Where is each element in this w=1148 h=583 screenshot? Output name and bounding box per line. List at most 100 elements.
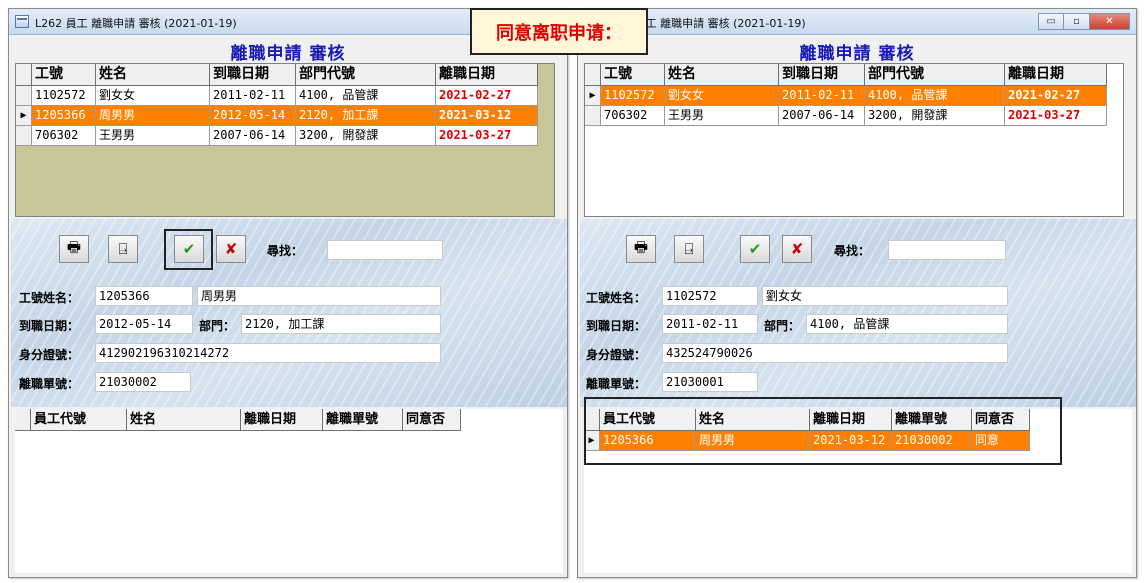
cell-join-date[interactable]: 2012-05-14 <box>210 106 296 126</box>
id-number-label: 身分證號： <box>586 348 647 362</box>
cell-name[interactable]: 劉女女 <box>665 86 779 106</box>
join-date-field[interactable]: 2011-02-11 <box>662 314 758 334</box>
row-indicator <box>585 106 601 126</box>
col-header-leave-date[interactable]: 離職日期 <box>436 64 538 86</box>
reject-button[interactable]: ✘ <box>216 235 246 263</box>
search-input[interactable] <box>888 240 1006 260</box>
id-number-field[interactable]: 412902196310214272 <box>95 343 441 363</box>
emp-id-field[interactable]: 1205366 <box>95 286 193 306</box>
close-button[interactable]: ✕ <box>1090 13 1130 30</box>
print-icon: 🖶 <box>633 237 649 256</box>
current-row-indicator: ▶ <box>585 86 601 106</box>
col-header-form-no[interactable]: 離職單號 <box>323 409 403 431</box>
exit-icon: ⍈ <box>118 240 128 258</box>
col-header-join-date[interactable]: 到職日期 <box>779 64 865 86</box>
close-icon: ✕ <box>1105 16 1114 27</box>
cell-dept[interactable]: 3200, 開發課 <box>865 106 1005 126</box>
cell-join-date[interactable]: 2011-02-11 <box>210 86 296 106</box>
search-label: 尋找： <box>834 244 871 258</box>
col-header-id[interactable]: 工號 <box>601 64 665 86</box>
table-row-selected[interactable]: ▶ 1205366 周男男 2012-05-14 2120, 加工課 2021-… <box>16 106 538 126</box>
app-icon <box>15 15 29 28</box>
cell-id[interactable]: 706302 <box>32 126 96 146</box>
cell-join-date[interactable]: 2007-06-14 <box>210 126 296 146</box>
cell-dept[interactable]: 2120, 加工課 <box>296 106 436 126</box>
minimize-button[interactable]: ▭ <box>1038 13 1064 30</box>
title-bar[interactable]: L262 員工 離職申請 審核 (2021-01-19) ▭ ▫ ✕ <box>578 9 1136 35</box>
cell-name[interactable]: 劉女女 <box>96 86 210 106</box>
minimize-icon: ▭ <box>1046 16 1056 27</box>
join-date-label: 到職日期： <box>19 319 80 333</box>
print-icon: 🖶 <box>66 237 82 256</box>
col-header-join-date[interactable]: 到職日期 <box>210 64 296 86</box>
dept-field[interactable]: 4100, 品管課 <box>806 314 1008 334</box>
table-row[interactable]: 1102572 劉女女 2011-02-11 4100, 品管課 2021-02… <box>16 86 538 106</box>
detail-panel: 🖶 ⍈ ✔ ✘ 尋找： 工號姓名： 1102572 劉女女 到職日期： 2011… <box>580 219 1136 407</box>
table-row[interactable]: 706302 王男男 2007-06-14 3200, 開發課 2021-03-… <box>16 126 538 146</box>
reject-button[interactable]: ✘ <box>782 235 812 263</box>
right-window: L262 員工 離職申請 審核 (2021-01-19) ▭ ▫ ✕ 離職申請 … <box>577 8 1137 578</box>
cell-leave-date[interactable]: 2021-03-27 <box>436 126 538 146</box>
maximize-button[interactable]: ▫ <box>1064 13 1090 30</box>
cell-dept[interactable]: 4100, 品管課 <box>865 86 1005 106</box>
col-header-emp-code[interactable]: 員工代號 <box>31 409 127 431</box>
col-header-leave-date[interactable]: 離職日期 <box>241 409 323 431</box>
approval-grid[interactable]: 員工代號 姓名 離職日期 離職單號 同意否 <box>15 409 563 573</box>
id-number-field[interactable]: 432524790026 <box>662 343 1008 363</box>
form-no-field[interactable]: 21030002 <box>95 372 191 392</box>
applicant-grid[interactable]: 工號 姓名 到職日期 部門代號 離職日期 ▶ 1102572 劉女女 2011-… <box>584 63 1124 217</box>
print-button[interactable]: 🖶 <box>59 235 89 263</box>
cell-id[interactable]: 1205366 <box>32 106 96 126</box>
cell-leave-date[interactable]: 2021-03-12 <box>436 106 538 126</box>
col-header-id[interactable]: 工號 <box>32 64 96 86</box>
row-indicator-header <box>15 409 31 431</box>
emp-name-field[interactable]: 劉女女 <box>762 286 1008 306</box>
cell-id[interactable]: 1102572 <box>601 86 665 106</box>
col-header-name[interactable]: 姓名 <box>127 409 241 431</box>
cell-id[interactable]: 706302 <box>601 106 665 126</box>
grid-header: 工號 姓名 到職日期 部門代號 離職日期 <box>585 64 1107 86</box>
col-header-name[interactable]: 姓名 <box>96 64 210 86</box>
search-label: 尋找： <box>267 244 304 258</box>
row-indicator-header <box>16 64 32 86</box>
approve-button[interactable]: ✔ <box>740 235 770 263</box>
table-row[interactable]: 706302 王男男 2007-06-14 3200, 開發課 2021-03-… <box>585 106 1107 126</box>
dept-label: 部門： <box>199 319 236 333</box>
cell-name[interactable]: 王男男 <box>665 106 779 126</box>
approve-highlight-box <box>164 229 213 270</box>
cell-name[interactable]: 周男男 <box>96 106 210 126</box>
join-date-field[interactable]: 2012-05-14 <box>95 314 193 334</box>
emp-id-field[interactable]: 1102572 <box>662 286 758 306</box>
cell-dept[interactable]: 3200, 開發課 <box>296 126 436 146</box>
left-window: L262 員工 離職申請 審核 (2021-01-19) 離職申請 審核 工號 … <box>8 8 568 578</box>
col-header-leave-date[interactable]: 離職日期 <box>1005 64 1107 86</box>
form-no-label: 離職單號： <box>586 377 647 391</box>
cell-leave-date[interactable]: 2021-03-27 <box>1005 106 1107 126</box>
exit-button[interactable]: ⍈ <box>674 235 704 263</box>
cell-leave-date[interactable]: 2021-02-27 <box>436 86 538 106</box>
id-number-label: 身分證號： <box>19 348 80 362</box>
cell-name[interactable]: 王男男 <box>96 126 210 146</box>
cell-id[interactable]: 1102572 <box>32 86 96 106</box>
cell-join-date[interactable]: 2007-06-14 <box>779 106 865 126</box>
maximize-icon: ▫ <box>1073 16 1080 27</box>
col-header-name[interactable]: 姓名 <box>665 64 779 86</box>
window-controls: ▭ ▫ ✕ <box>1038 13 1130 31</box>
table-row-selected[interactable]: ▶ 1102572 劉女女 2011-02-11 4100, 品管課 2021-… <box>585 86 1107 106</box>
exit-icon: ⍈ <box>684 240 694 258</box>
emp-name-field[interactable]: 周男男 <box>197 286 441 306</box>
applicant-grid[interactable]: 工號 姓名 到職日期 部門代號 離職日期 1102572 劉女女 2011-02… <box>15 63 555 217</box>
cell-dept[interactable]: 4100, 品管課 <box>296 86 436 106</box>
join-date-label: 到職日期： <box>586 319 647 333</box>
col-header-dept[interactable]: 部門代號 <box>296 64 436 86</box>
form-no-field[interactable]: 21030001 <box>662 372 758 392</box>
emp-label: 工號姓名： <box>586 291 647 305</box>
cell-leave-date[interactable]: 2021-02-27 <box>1005 86 1107 106</box>
col-header-agree[interactable]: 同意否 <box>403 409 461 431</box>
print-button[interactable]: 🖶 <box>626 235 656 263</box>
search-input[interactable] <box>327 240 443 260</box>
dept-field[interactable]: 2120, 加工課 <box>241 314 441 334</box>
cell-join-date[interactable]: 2011-02-11 <box>779 86 865 106</box>
col-header-dept[interactable]: 部門代號 <box>865 64 1005 86</box>
exit-button[interactable]: ⍈ <box>108 235 138 263</box>
